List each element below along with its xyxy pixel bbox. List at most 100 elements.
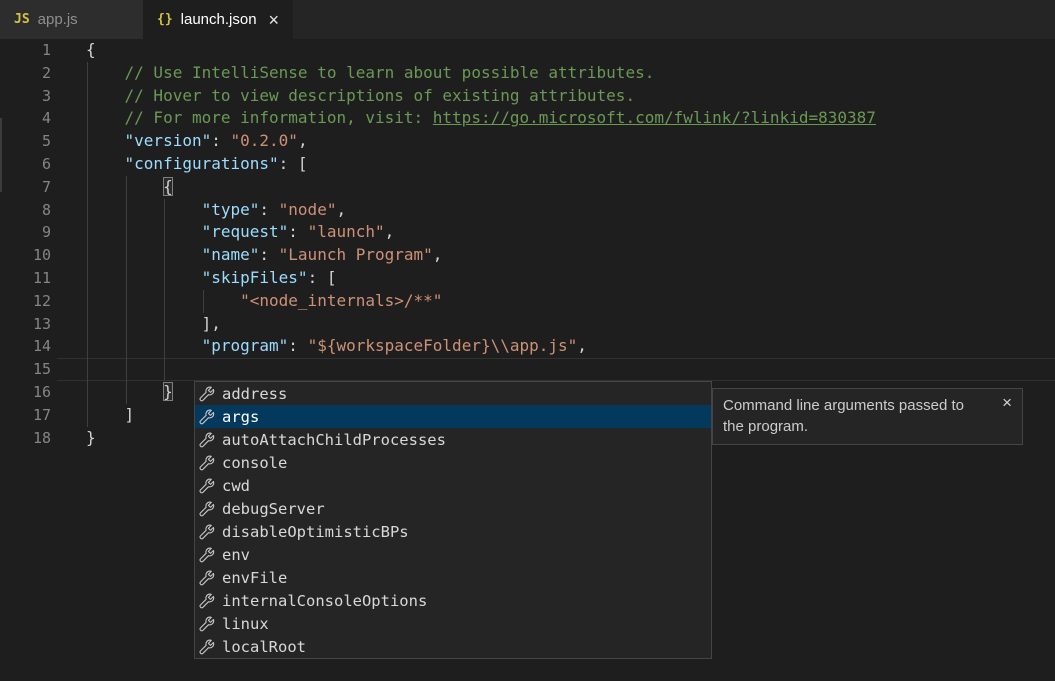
indent-guide: [203, 290, 204, 313]
code-row-current[interactable]: 15: [0, 358, 1055, 381]
line-number: 4: [0, 107, 51, 130]
suggest-item-label: autoAttachChildProcesses: [222, 431, 446, 449]
indent-guide: [164, 313, 165, 336]
code-text: "version": "0.2.0",: [86, 130, 1055, 153]
code-row[interactable]: 1{: [0, 39, 1055, 62]
line-number: 3: [0, 85, 51, 108]
indent-guide: [87, 313, 88, 336]
suggest-item-internalConsoleOptions[interactable]: internalConsoleOptions: [195, 589, 711, 612]
suggest-item-label: internalConsoleOptions: [222, 592, 427, 610]
code-text: "program": "${workspaceFolder}\\app.js",: [86, 335, 1055, 358]
code-line[interactable]: {: [86, 39, 1055, 62]
editor[interactable]: 1{2 // Use IntelliSense to learn about p…: [0, 39, 1055, 681]
indent-guide: [164, 244, 165, 267]
code-row[interactable]: 5 "version": "0.2.0",: [0, 130, 1055, 153]
suggest-item-args[interactable]: args: [195, 405, 711, 428]
wrench-icon: [199, 386, 215, 402]
code-line[interactable]: {: [86, 176, 1055, 199]
indent-guide: [126, 290, 127, 313]
code-row[interactable]: 13 ],: [0, 313, 1055, 336]
line-number: 10: [0, 244, 51, 267]
code-text: {: [86, 39, 1055, 62]
code-row[interactable]: 8 "type": "node",: [0, 199, 1055, 222]
suggest-item-address[interactable]: address: [195, 382, 711, 405]
close-icon[interactable]: ×: [269, 11, 280, 29]
code-text: // For more information, visit: https://…: [86, 107, 1055, 130]
indent-guide: [164, 221, 165, 244]
wrench-icon: [199, 547, 215, 563]
matched-bracket: {: [163, 177, 173, 196]
wrench-icon: [199, 524, 215, 540]
code-row[interactable]: 7 {: [0, 176, 1055, 199]
line-number: 1: [0, 39, 51, 62]
suggest-item-envFile[interactable]: envFile: [195, 566, 711, 589]
suggest-item-cwd[interactable]: cwd: [195, 474, 711, 497]
code-line[interactable]: ],: [86, 313, 1055, 336]
tab-label: launch.json: [181, 11, 257, 28]
suggest-item-linux[interactable]: linux: [195, 612, 711, 635]
code-row[interactable]: 3 // Hover to view descriptions of exist…: [0, 85, 1055, 108]
indent-guide: [126, 313, 127, 336]
code-row[interactable]: 9 "request": "launch",: [0, 221, 1055, 244]
code-line[interactable]: "<node_internals>/**": [86, 290, 1055, 313]
indent-guide: [126, 358, 127, 381]
suggest-details-tooltip: Command line arguments passed to the pro…: [712, 388, 1023, 445]
code-line[interactable]: "type": "node",: [86, 199, 1055, 222]
js-file-icon: JS: [14, 12, 30, 27]
code-row[interactable]: 4 // For more information, visit: https:…: [0, 107, 1055, 130]
code-row[interactable]: 2 // Use IntelliSense to learn about pos…: [0, 62, 1055, 85]
code-row[interactable]: 12 "<node_internals>/**": [0, 290, 1055, 313]
indent-guide: [87, 153, 88, 176]
wrench-icon: [199, 501, 215, 517]
matched-bracket: }: [163, 382, 173, 401]
code-text: ],: [86, 313, 1055, 336]
code-line[interactable]: "configurations": [: [86, 153, 1055, 176]
code-line[interactable]: "program": "${workspaceFolder}\\app.js",: [86, 335, 1055, 358]
indent-guide: [164, 335, 165, 358]
code-text: "type": "node",: [86, 199, 1055, 222]
code-line[interactable]: // Use IntelliSense to learn about possi…: [86, 62, 1055, 85]
suggest-item-env[interactable]: env: [195, 543, 711, 566]
suggest-item-label: linux: [222, 615, 269, 633]
suggest-item-localRoot[interactable]: localRoot: [195, 635, 711, 658]
tooltip-close-icon[interactable]: ×: [1002, 394, 1012, 411]
code-row[interactable]: 6 "configurations": [: [0, 153, 1055, 176]
code-line[interactable]: "request": "launch",: [86, 221, 1055, 244]
line-number: 5: [0, 130, 51, 153]
line-number: 17: [0, 404, 51, 427]
code-line[interactable]: [86, 358, 1055, 381]
suggest-item-console[interactable]: console: [195, 451, 711, 474]
wrench-icon: [199, 570, 215, 586]
indent-guide: [87, 244, 88, 267]
suggest-item-autoAttachChildProcesses[interactable]: autoAttachChildProcesses: [195, 428, 711, 451]
line-number: 9: [0, 221, 51, 244]
tab-app-js[interactable]: JS app.js: [0, 0, 143, 39]
code-row[interactable]: 14 "program": "${workspaceFolder}\\app.j…: [0, 335, 1055, 358]
code-line[interactable]: "skipFiles": [: [86, 267, 1055, 290]
line-number: 12: [0, 290, 51, 313]
code-line[interactable]: "name": "Launch Program",: [86, 244, 1055, 267]
suggest-list: address args autoAttachChildProcesses conso…: [195, 382, 711, 658]
code-row[interactable]: 11 "skipFiles": [: [0, 267, 1055, 290]
code-line[interactable]: // For more information, visit: https://…: [86, 107, 1055, 130]
code-line[interactable]: "version": "0.2.0",: [86, 130, 1055, 153]
wrench-icon: [199, 616, 215, 632]
suggest-item-label: env: [222, 546, 250, 564]
indent-guide: [126, 267, 127, 290]
indent-guide: [126, 381, 127, 404]
suggest-item-label: console: [222, 454, 287, 472]
code-text: "<node_internals>/**": [86, 290, 1055, 313]
line-number: 8: [0, 199, 51, 222]
suggest-item-disableOptimisticBPs[interactable]: disableOptimisticBPs: [195, 520, 711, 543]
indent-guide: [87, 85, 88, 108]
code-line[interactable]: // Hover to view descriptions of existin…: [86, 85, 1055, 108]
code-row[interactable]: 10 "name": "Launch Program",: [0, 244, 1055, 267]
indent-guide: [164, 290, 165, 313]
indent-guide: [126, 335, 127, 358]
wrench-icon: [199, 409, 215, 425]
tab-launch-json[interactable]: {} launch.json ×: [143, 0, 293, 39]
wrench-icon: [199, 639, 215, 655]
suggest-item-label: address: [222, 385, 287, 403]
suggest-item-debugServer[interactable]: debugServer: [195, 497, 711, 520]
indent-guide: [126, 199, 127, 222]
